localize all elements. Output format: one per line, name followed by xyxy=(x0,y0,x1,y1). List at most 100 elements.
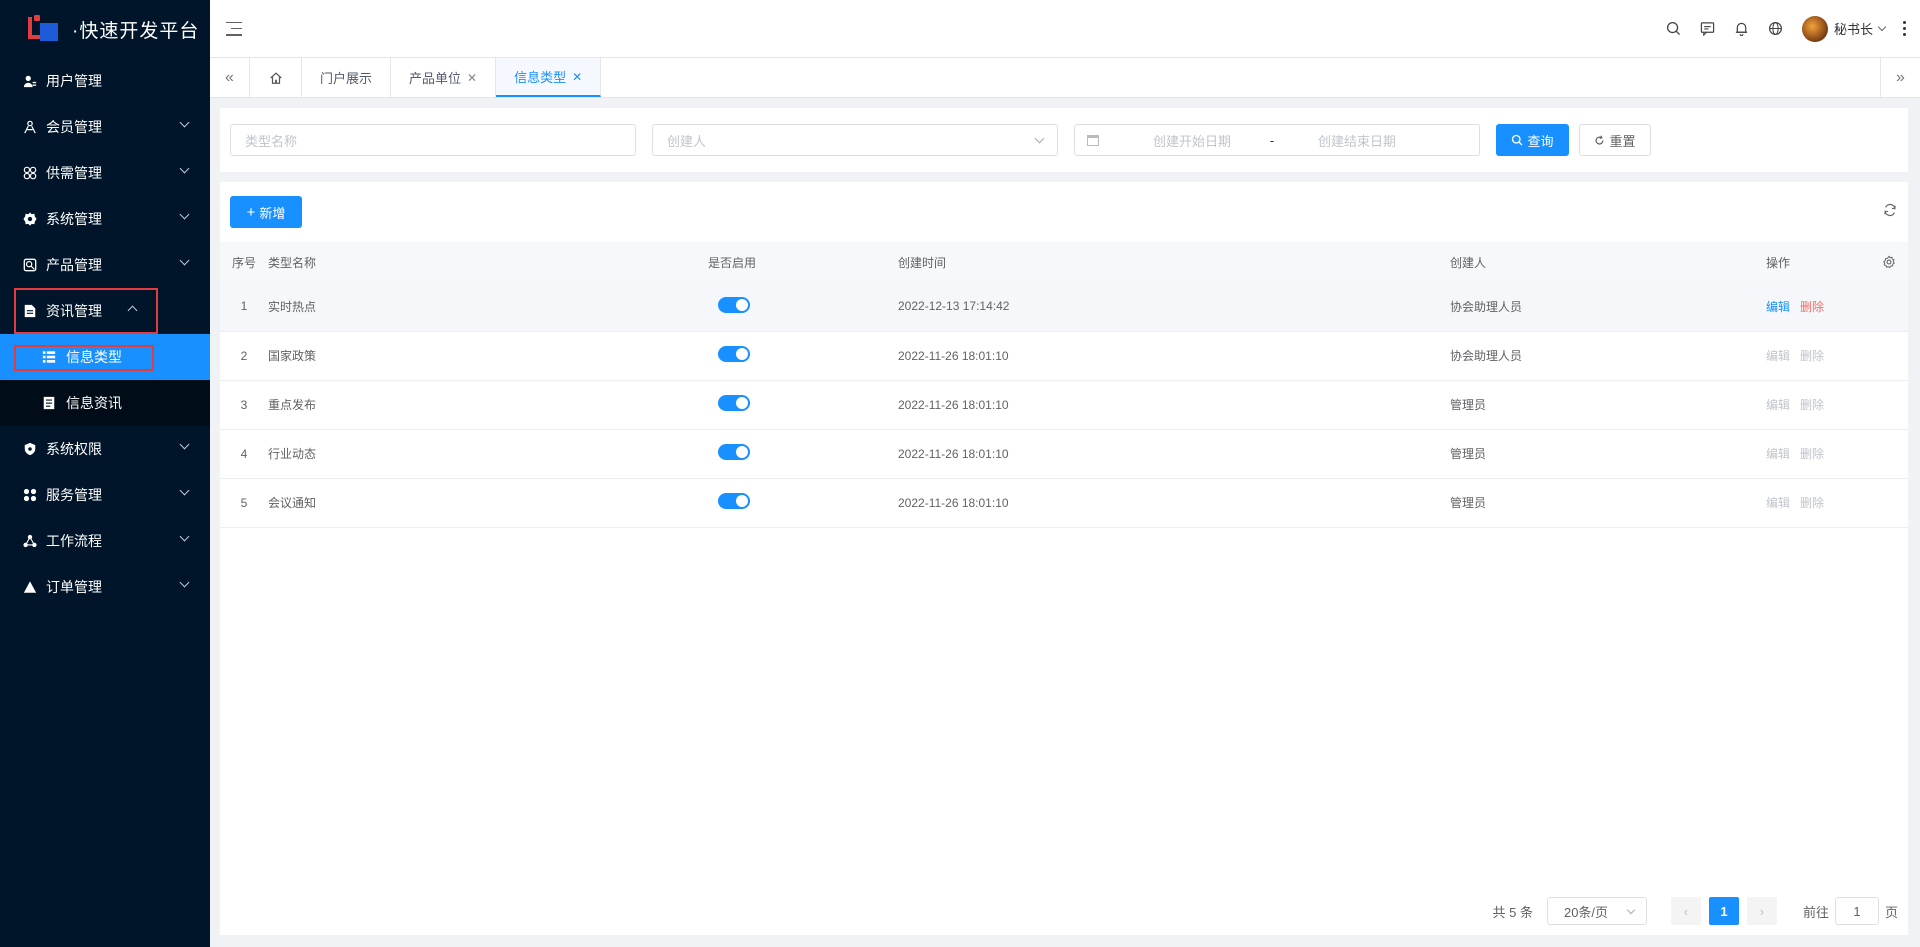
user-menu[interactable]: 秘书长 xyxy=(1834,19,1887,38)
row-created-time: 2022-12-13 17:14:42 xyxy=(898,299,1010,314)
scroll-right-icon[interactable]: » xyxy=(1880,58,1920,97)
delete-button[interactable]: 删除 xyxy=(1800,398,1824,412)
sidebar-item-label: 产品管理 xyxy=(46,257,102,273)
tabs-bar: « 门户展示 产品单位 ✕ 信息类型 ✕ » xyxy=(210,58,1920,98)
sidebar-item-label: 系统管理 xyxy=(46,211,102,227)
prev-page-button[interactable]: ‹ xyxy=(1670,897,1701,925)
product-icon xyxy=(22,257,38,273)
delete-button[interactable]: 删除 xyxy=(1800,447,1824,461)
member-icon xyxy=(22,119,38,135)
query-button[interactable]: 查询 xyxy=(1496,124,1569,156)
delete-button[interactable]: 删除 xyxy=(1800,349,1824,363)
sidebar-subitem-label: 信息类型 xyxy=(66,349,122,365)
sidebar-item-label: 供需管理 xyxy=(46,165,102,181)
sidebar-item-8[interactable]: 工作流程 xyxy=(0,518,210,564)
col-type-name: 类型名称 xyxy=(268,255,317,270)
sidebar-item-0[interactable]: 用户管理 xyxy=(0,58,210,104)
refresh-icon xyxy=(1595,134,1605,145)
col-actions: 操作 xyxy=(1766,242,1908,282)
page-size-value: 20条/页 xyxy=(1563,904,1609,920)
row-created-time: 2022-11-26 18:01:10 xyxy=(898,446,1009,461)
edit-button[interactable]: 编辑 xyxy=(1766,300,1790,314)
app-title: ·快速开发平台 xyxy=(72,20,200,42)
row-created-time: 2022-11-26 18:01:10 xyxy=(898,348,1009,363)
goto-page: 前往 1 页 xyxy=(1803,897,1898,925)
chevron-down-icon xyxy=(1626,905,1636,914)
page-number-button[interactable]: 1 xyxy=(1708,897,1739,925)
goto-page-input[interactable]: 1 xyxy=(1834,897,1879,925)
message-icon[interactable] xyxy=(1700,21,1716,37)
tab-0[interactable]: 门户展示 xyxy=(302,58,392,97)
table-row: 2 国家政策 2022-11-26 18:01:10 协会助理人员 编辑 删除 xyxy=(220,331,1908,380)
sidebar: ·快速开发平台 用户管理会员管理供需管理系统管理产品管理资讯管理信息类型信息资讯… xyxy=(0,0,210,947)
close-icon[interactable]: ✕ xyxy=(467,71,477,85)
delete-button[interactable]: 删除 xyxy=(1800,496,1824,510)
menu-toggle-icon[interactable] xyxy=(226,21,242,36)
page-size-select[interactable]: 20条/页 xyxy=(1546,897,1647,925)
enabled-toggle[interactable] xyxy=(718,296,750,313)
row-type-name: 行业动态 xyxy=(268,447,317,461)
sidebar-item-4[interactable]: 产品管理 xyxy=(0,242,210,288)
edit-button[interactable]: 编辑 xyxy=(1766,447,1790,461)
creator-select[interactable]: 创建人 xyxy=(652,124,1058,156)
sidebar-item-6[interactable]: 系统权限 xyxy=(0,426,210,472)
table-row: 1 实时热点 2022-12-13 17:14:42 协会助理人员 编辑 删除 xyxy=(220,282,1908,331)
chevron-down-icon xyxy=(179,485,190,496)
add-button[interactable]: + 新增 xyxy=(230,196,302,228)
row-index: 1 xyxy=(240,299,248,314)
more-vertical-icon[interactable] xyxy=(1903,21,1906,36)
enabled-toggle[interactable] xyxy=(718,346,750,362)
search-icon[interactable] xyxy=(1666,21,1682,37)
table-row: 4 行业动态 2022-11-26 18:01:10 管理员 编辑 删除 xyxy=(220,429,1908,478)
edit-button[interactable]: 编辑 xyxy=(1766,496,1790,510)
type-name-placeholder: 类型名称 xyxy=(245,133,298,149)
next-page-button[interactable]: › xyxy=(1746,897,1777,925)
edit-button[interactable]: 编辑 xyxy=(1766,349,1790,363)
sidebar-subitem-1[interactable]: 信息资讯 xyxy=(0,380,210,426)
chevron-down-icon xyxy=(179,117,190,128)
sidebar-item-2[interactable]: 供需管理 xyxy=(0,150,210,196)
edit-button[interactable]: 编辑 xyxy=(1766,398,1790,412)
globe-icon[interactable] xyxy=(1768,21,1784,37)
search-icon xyxy=(1512,134,1523,146)
chevron-down-icon xyxy=(179,209,190,220)
row-creator: 管理员 xyxy=(1450,447,1487,461)
col-created-time: 创建时间 xyxy=(898,255,947,270)
sidebar-item-5[interactable]: 资讯管理 xyxy=(14,288,158,334)
type-name-input[interactable]: 类型名称 xyxy=(230,124,636,156)
chevron-up-icon xyxy=(127,305,138,316)
delete-button[interactable]: 删除 xyxy=(1800,300,1824,314)
tab-1[interactable]: 产品单位 ✕ xyxy=(391,58,497,97)
avatar[interactable] xyxy=(1801,15,1828,42)
enabled-toggle[interactable] xyxy=(718,444,750,460)
reset-button[interactable]: 重置 xyxy=(1579,124,1651,156)
add-label: 新增 xyxy=(259,205,286,221)
sidebar-subitem-0[interactable]: 信息类型 xyxy=(0,334,210,380)
service-icon xyxy=(22,487,38,503)
sidebar-item-3[interactable]: 系统管理 xyxy=(0,196,210,242)
row-creator: 协会助理人员 xyxy=(1450,349,1523,363)
sidebar-item-1[interactable]: 会员管理 xyxy=(0,104,210,150)
sidebar-item-label: 订单管理 xyxy=(46,579,102,595)
total-count: 共 5 条 xyxy=(1492,904,1533,920)
enabled-toggle[interactable] xyxy=(718,493,750,509)
scroll-left-icon[interactable]: « xyxy=(210,58,250,97)
refresh-icon[interactable] xyxy=(1882,202,1898,218)
tab-home[interactable] xyxy=(250,58,302,97)
tab-2[interactable]: 信息类型 ✕ xyxy=(496,58,602,97)
sidebar-item-label: 服务管理 xyxy=(46,487,102,503)
chevron-down-icon xyxy=(1877,22,1887,32)
row-type-name: 重点发布 xyxy=(268,398,317,412)
app-logo[interactable]: ·快速开发平台 xyxy=(0,0,210,58)
column-settings-icon[interactable] xyxy=(1882,255,1896,269)
date-range-picker[interactable]: 创建开始日期 - 创建结束日期 xyxy=(1074,124,1480,156)
sidebar-item-7[interactable]: 服务管理 xyxy=(0,472,210,518)
close-icon[interactable]: ✕ xyxy=(572,70,582,84)
start-date-placeholder: 创建开始日期 xyxy=(1152,133,1231,149)
sidebar-item-label: 系统权限 xyxy=(46,441,102,457)
sidebar-item-9[interactable]: 订单管理 xyxy=(0,564,210,610)
sidebar-item-label: 用户管理 xyxy=(46,73,102,89)
bell-icon[interactable] xyxy=(1734,21,1750,37)
enabled-toggle[interactable] xyxy=(718,395,750,411)
table-row: 5 会议通知 2022-11-26 18:01:10 管理员 编辑 删除 xyxy=(220,478,1908,527)
